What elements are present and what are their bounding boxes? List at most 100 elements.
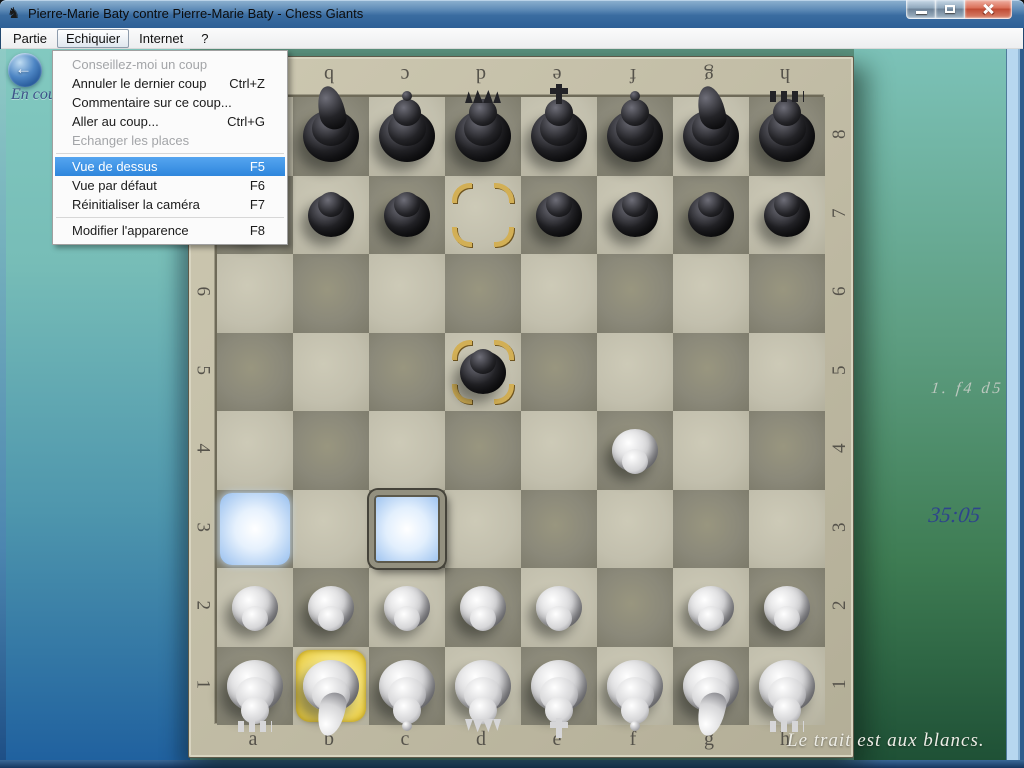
menubar-item-partie[interactable]: Partie	[5, 29, 55, 48]
piece-white-pawn-g2[interactable]	[673, 568, 749, 647]
piece-black-knight-b8[interactable]	[293, 97, 369, 176]
caption-buttons	[906, 0, 1012, 19]
pawn-head	[394, 192, 420, 217]
bishop-head	[393, 99, 421, 126]
square-b3[interactable]	[293, 490, 369, 569]
square-c6[interactable]	[369, 254, 445, 333]
piece-white-pawn-b2[interactable]	[293, 568, 369, 647]
square-g3[interactable]	[673, 490, 749, 569]
highlight-move-blue-a3[interactable]	[220, 493, 290, 565]
pawn-head	[698, 192, 724, 217]
highlight-move-blue-framed-c3[interactable]	[369, 490, 445, 568]
pawn-head	[394, 606, 420, 631]
square-d6[interactable]	[445, 254, 521, 333]
piece-white-pawn-a2[interactable]	[217, 568, 293, 647]
square-c5[interactable]	[369, 333, 445, 412]
piece-black-pawn-f7[interactable]	[597, 176, 673, 255]
rook-head	[773, 697, 801, 724]
menu-item-conseillez-moi-un-coup[interactable]: Conseillez-moi un coup	[55, 55, 285, 74]
piece-black-bishop-c8[interactable]	[369, 97, 445, 176]
pawn-head	[546, 606, 572, 631]
square-b6[interactable]	[293, 254, 369, 333]
square-e6[interactable]	[521, 254, 597, 333]
piece-black-pawn-d5[interactable]	[445, 333, 521, 412]
piece-white-bishop-f1[interactable]	[597, 647, 673, 726]
piece-white-rook-a1[interactable]	[217, 647, 293, 726]
board-squares	[215, 95, 823, 723]
square-d3[interactable]	[445, 490, 521, 569]
file-label-bottom-f: f	[595, 728, 671, 751]
square-g5[interactable]	[673, 333, 749, 412]
menu-item-vue-par-d-faut[interactable]: Vue par défautF6	[55, 176, 285, 195]
piece-white-queen-d1[interactable]	[445, 647, 521, 726]
pawn-head	[470, 349, 496, 374]
piece-black-pawn-e7[interactable]	[521, 176, 597, 255]
menu-item-commentaire-sur-ce-coup-[interactable]: Commentaire sur ce coup...	[55, 93, 285, 112]
status-message: Le trait est aux blancs.	[787, 730, 985, 752]
menubar-item-internet[interactable]: Internet	[131, 29, 191, 48]
king-cross	[556, 718, 562, 738]
bishop-head	[621, 697, 649, 724]
piece-black-king-e8[interactable]	[521, 97, 597, 176]
menubar-item-?[interactable]: ?	[193, 29, 216, 48]
piece-white-pawn-d2[interactable]	[445, 568, 521, 647]
bishop-tip	[630, 91, 640, 101]
square-f5[interactable]	[597, 333, 673, 412]
piece-white-pawn-f4[interactable]	[597, 411, 673, 490]
menu-item-annuler-le-dernier-coup[interactable]: Annuler le dernier coupCtrl+Z	[55, 74, 285, 93]
piece-black-pawn-h7[interactable]	[749, 176, 825, 255]
piece-black-pawn-b7[interactable]	[293, 176, 369, 255]
file-label-bottom-c: c	[367, 728, 443, 751]
close-icon	[983, 4, 993, 14]
piece-black-queen-d8[interactable]	[445, 97, 521, 176]
menu-separator	[56, 217, 284, 218]
square-f2[interactable]	[597, 568, 673, 647]
menu-item-r-initialiser-la-cam-ra[interactable]: Réinitialiser la caméraF7	[55, 195, 285, 214]
rank-label-right-6: 6	[801, 280, 880, 302]
square-e3[interactable]	[521, 490, 597, 569]
piece-black-pawn-g7[interactable]	[673, 176, 749, 255]
piece-black-rook-h8[interactable]	[749, 97, 825, 176]
move-list: 1. f4 d5	[930, 380, 1004, 398]
square-f3[interactable]	[597, 490, 673, 569]
gold-corner-icon	[494, 183, 514, 203]
menu-item-aller-au-coup-[interactable]: Aller au coup...Ctrl+G	[55, 112, 285, 131]
piece-white-rook-h1[interactable]	[749, 647, 825, 726]
piece-black-knight-g8[interactable]	[673, 97, 749, 176]
piece-white-knight-b1[interactable]	[293, 647, 369, 726]
pawn-head	[242, 606, 268, 631]
menu-item-vue-de-dessus[interactable]: Vue de dessusF5	[55, 157, 285, 176]
square-g6[interactable]	[673, 254, 749, 333]
piece-white-pawn-e2[interactable]	[521, 568, 597, 647]
menu-item-echanger-les-places[interactable]: Echanger les places	[55, 131, 285, 150]
file-label-top-c: c	[367, 63, 443, 86]
square-e4[interactable]	[521, 411, 597, 490]
piece-black-bishop-f8[interactable]	[597, 97, 673, 176]
window-title: Pierre-Marie Baty contre Pierre-Marie Ba…	[28, 6, 363, 21]
square-f6[interactable]	[597, 254, 673, 333]
piece-white-knight-g1[interactable]	[673, 647, 749, 726]
rank-label-right-5: 5	[801, 359, 880, 381]
square-b4[interactable]	[293, 411, 369, 490]
piece-white-king-e1[interactable]	[521, 647, 597, 726]
square-d4[interactable]	[445, 411, 521, 490]
square-e5[interactable]	[521, 333, 597, 412]
square-c4[interactable]	[369, 411, 445, 490]
rook-head	[773, 99, 801, 126]
window-border-bottom	[0, 760, 1024, 768]
piece-white-pawn-c2[interactable]	[369, 568, 445, 647]
rank-label-left-4: 4	[163, 437, 242, 459]
square-g4[interactable]	[673, 411, 749, 490]
square-b5[interactable]	[293, 333, 369, 412]
menubar-item-echiquier[interactable]: Echiquier	[57, 29, 129, 48]
window-border-left	[0, 49, 6, 760]
piece-white-bishop-c1[interactable]	[369, 647, 445, 726]
titlebar[interactable]: ♞ Pierre-Marie Baty contre Pierre-Marie …	[0, 0, 1024, 28]
piece-white-pawn-h2[interactable]	[749, 568, 825, 647]
minimize-button[interactable]	[906, 0, 936, 19]
menu-item-modifier-l-apparence[interactable]: Modifier l'apparenceF8	[55, 221, 285, 240]
maximize-button[interactable]	[936, 0, 965, 19]
back-button[interactable]: ←	[8, 53, 42, 87]
piece-black-pawn-c7[interactable]	[369, 176, 445, 255]
close-button[interactable]	[965, 0, 1012, 19]
